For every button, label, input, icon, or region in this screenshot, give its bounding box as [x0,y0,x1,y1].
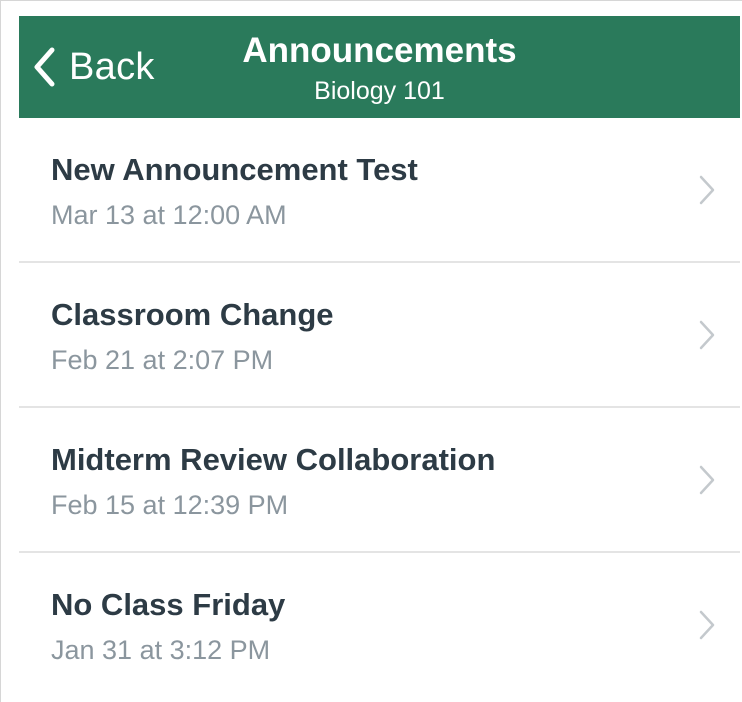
announcement-title: Midterm Review Collaboration [51,442,496,477]
announcement-date: Mar 13 at 12:00 AM [51,200,287,230]
announcement-row[interactable]: New Announcement Test Mar 13 at 12:00 AM [19,118,740,263]
announcement-title: New Announcement Test [51,152,418,187]
nav-title-group: Announcements Biology 101 [199,30,560,107]
chevron-right-icon [699,175,715,205]
announcement-row[interactable]: No Class Friday Jan 31 at 3:12 PM [19,553,740,698]
announcement-date: Feb 21 at 2:07 PM [51,345,274,375]
announcement-title: Classroom Change [51,297,334,332]
course-subtitle: Biology 101 [314,77,445,105]
announcement-row[interactable]: Midterm Review Collaboration Feb 15 at 1… [19,408,740,553]
announcement-title: No Class Friday [51,587,286,622]
app-window: Back Announcements Biology 101 New Annou… [0,0,742,702]
announcement-row[interactable]: Classroom Change Feb 21 at 2:07 PM [19,263,740,408]
chevron-right-icon [699,320,715,350]
chevron-right-icon [699,465,715,495]
page-title: Announcements [242,31,517,70]
announcements-list: New Announcement Test Mar 13 at 12:00 AM… [19,118,740,698]
chevron-left-icon [33,47,55,87]
back-button[interactable]: Back [33,40,155,94]
back-button-label: Back [69,45,155,88]
announcement-date: Jan 31 at 3:12 PM [51,635,271,665]
chevron-right-icon [699,610,715,640]
navigation-bar: Back Announcements Biology 101 [19,16,740,118]
announcement-date: Feb 15 at 12:39 PM [51,490,289,520]
